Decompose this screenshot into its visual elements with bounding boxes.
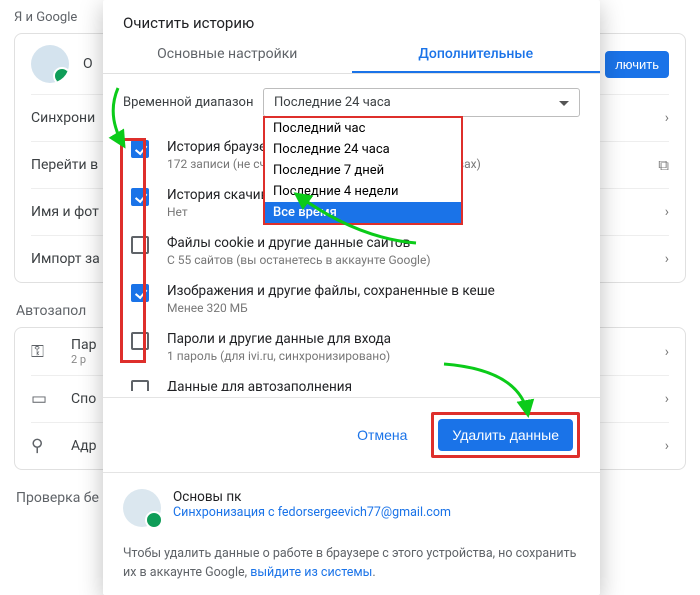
checkbox[interactable] bbox=[131, 332, 149, 350]
external-link-icon: ⧉ bbox=[658, 156, 669, 174]
chevron-right-icon: › bbox=[665, 110, 669, 126]
cancel-button[interactable]: Отмена bbox=[343, 412, 421, 458]
dropdown-option[interactable]: Последний час bbox=[265, 118, 461, 139]
chevron-right-icon: › bbox=[665, 344, 669, 360]
item-passwords[interactable]: Пароли и другие данные для входа 1 парол… bbox=[123, 323, 580, 371]
time-range-select[interactable]: Последние 24 часа bbox=[263, 88, 580, 117]
checkbox[interactable] bbox=[131, 380, 149, 391]
sync-name: Основы пк bbox=[173, 489, 451, 505]
dialog-title: Очистить историю bbox=[103, 0, 600, 34]
chevron-right-icon: › bbox=[665, 438, 669, 454]
tab-basic[interactable]: Основные настройки bbox=[103, 34, 352, 73]
item-cookies[interactable]: Файлы cookie и другие данные сайтов С 55… bbox=[123, 227, 580, 275]
key-icon: ⚿ bbox=[31, 342, 53, 362]
item-autofill[interactable]: Данные для автозаполнения bbox=[123, 371, 580, 391]
location-icon: ⚲ bbox=[31, 436, 53, 456]
sync-email: Синхронизация с fedorsergeevich77@gmail.… bbox=[173, 505, 451, 520]
tabs: Основные настройки Дополнительные bbox=[103, 34, 600, 74]
time-range-dropdown: Последний час Последние 24 часа Последни… bbox=[263, 116, 463, 225]
checkbox[interactable] bbox=[131, 140, 149, 158]
card-icon: ▭ bbox=[31, 389, 53, 409]
chevron-right-icon: › bbox=[665, 391, 669, 407]
dialog-sync-info: Основы пк Синхронизация с fedorsergeevic… bbox=[103, 472, 600, 533]
delete-button[interactable]: Удалить данные bbox=[438, 419, 573, 451]
chevron-right-icon: › bbox=[665, 251, 669, 267]
dropdown-option[interactable]: Последние 7 дней bbox=[265, 160, 461, 181]
chevron-right-icon: › bbox=[665, 204, 669, 220]
footnote: Чтобы удалить данные о работе в браузере… bbox=[103, 533, 600, 583]
time-range-label: Временной диапазон bbox=[123, 95, 263, 110]
tab-advanced[interactable]: Дополнительные bbox=[352, 34, 601, 73]
checkbox[interactable] bbox=[131, 236, 149, 254]
chevron-down-icon bbox=[559, 101, 569, 111]
avatar bbox=[123, 489, 161, 527]
enable-button[interactable]: лючить bbox=[605, 51, 669, 78]
select-value: Последние 24 часа bbox=[274, 95, 391, 110]
item-cache[interactable]: Изображения и другие файлы, сохраненные … bbox=[123, 275, 580, 323]
avatar bbox=[31, 45, 69, 83]
checkbox[interactable] bbox=[131, 284, 149, 302]
annotation-box: Удалить данные bbox=[431, 412, 580, 458]
dropdown-option-alltime[interactable]: Все время bbox=[265, 202, 461, 223]
dropdown-option[interactable]: Последние 4 недели bbox=[265, 181, 461, 202]
checkbox[interactable] bbox=[131, 188, 149, 206]
clear-history-dialog: Очистить историю Основные настройки Допо… bbox=[103, 0, 600, 595]
dropdown-option[interactable]: Последние 24 часа bbox=[265, 139, 461, 160]
sign-out-link[interactable]: выйдите из системы bbox=[250, 565, 372, 580]
